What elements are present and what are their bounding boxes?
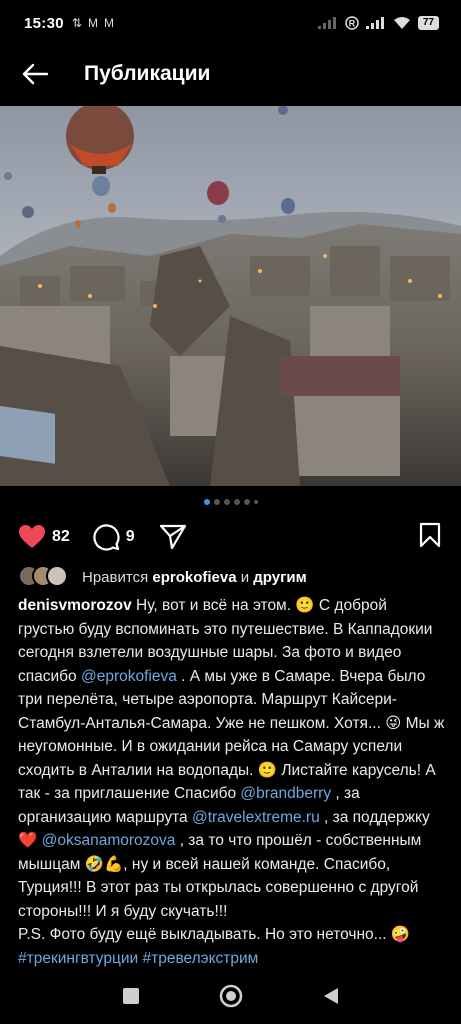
- comment-button[interactable]: 9: [92, 523, 135, 551]
- liked-by-avatars: [18, 565, 74, 589]
- hashtag-link[interactable]: #трекингвтурции: [18, 950, 138, 967]
- caption-text: P.S. Фото буду ещё выкладывать. Но это н…: [18, 926, 411, 943]
- recents-square-icon: [122, 988, 139, 1004]
- post-caption: denisvmorozov Ну, вот и всё на этом. 🙂 С…: [18, 594, 446, 970]
- mention-link[interactable]: @travelextreme.ru: [192, 809, 320, 826]
- carousel-dot: [243, 499, 250, 505]
- liked-by-text: Нравится eprokofieva и другим: [82, 568, 307, 586]
- app-header: Публикации: [0, 48, 461, 100]
- roaming-icon: R: [345, 16, 359, 30]
- heart-filled-icon: [19, 525, 45, 548]
- save-button[interactable]: [419, 522, 441, 553]
- page-title: Публикации: [84, 62, 211, 85]
- status-notification-icons: ⇅ M M: [72, 16, 114, 30]
- liked-by-user[interactable]: eprokofieva: [152, 569, 236, 586]
- status-time: 15:30: [24, 14, 64, 32]
- home-circle-icon: [219, 984, 242, 1008]
- liked-by-row[interactable]: Нравится eprokofieva и другим: [18, 564, 448, 590]
- carousel-dot: [223, 499, 230, 505]
- status-right-icons: R 77: [317, 16, 439, 30]
- mail-icon: M: [87, 16, 98, 30]
- svg-text:R: R: [349, 19, 356, 29]
- post-image[interactable]: [0, 106, 461, 486]
- likes-count: 82: [52, 528, 70, 545]
- carousel-dot: [253, 500, 258, 504]
- carousel-indicator: [0, 499, 461, 505]
- liked-by-others[interactable]: другим: [253, 569, 306, 586]
- hashtag-link[interactable]: #тревелэкстрим: [142, 950, 258, 967]
- wifi-icon: [393, 17, 410, 29]
- carousel-dot: [203, 499, 210, 505]
- mention-link[interactable]: @oksanamorozova: [42, 832, 176, 849]
- post-actions: 82 9: [0, 518, 461, 556]
- battery-icon: 77: [417, 16, 439, 30]
- like-button[interactable]: 82: [18, 524, 70, 550]
- mention-link[interactable]: @brandberry: [240, 785, 331, 802]
- carousel-dot: [213, 499, 220, 505]
- caption-text: . А мы уже в Самаре. Вчера было три пере…: [18, 667, 445, 803]
- signal-icon: [365, 17, 384, 29]
- caption-username[interactable]: denisvmorozov: [18, 597, 132, 614]
- share-button[interactable]: [159, 524, 187, 550]
- status-bar: 15:30 ⇅ M M R 77: [0, 0, 461, 46]
- recents-button[interactable]: [116, 981, 146, 1011]
- comment-icon: [93, 524, 120, 551]
- send-icon: [159, 524, 186, 550]
- mail-icon: M: [103, 16, 114, 30]
- back-triangle-icon: [323, 988, 338, 1004]
- signal-icon: [317, 17, 336, 29]
- home-button[interactable]: [216, 981, 246, 1011]
- back-button[interactable]: [0, 48, 70, 100]
- bookmark-icon: [419, 522, 441, 547]
- sync-icon: ⇅: [71, 16, 82, 30]
- system-nav-bar: [0, 968, 461, 1024]
- avatar: [46, 565, 68, 587]
- comments-count: 9: [125, 528, 135, 545]
- mention-link[interactable]: @eprokofieva: [81, 668, 177, 685]
- carousel-dot: [233, 499, 240, 505]
- cappadocia-photo: [0, 106, 461, 486]
- system-back-button[interactable]: [316, 981, 346, 1011]
- arrow-left-icon: [22, 63, 49, 85]
